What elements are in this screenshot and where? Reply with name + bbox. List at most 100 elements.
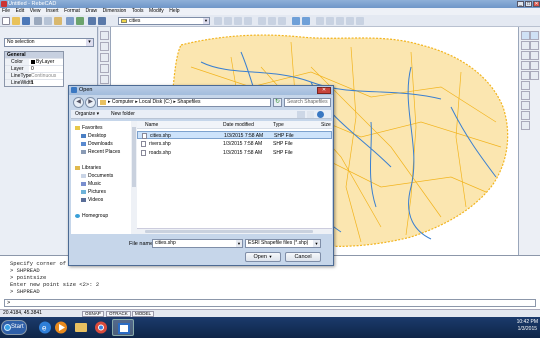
open-split-arrow-icon[interactable]: ▼	[269, 254, 273, 259]
nav-documents[interactable]: Documents	[81, 173, 113, 179]
menu-draw[interactable]: Draw	[83, 8, 99, 15]
menu-tools[interactable]: Tools	[130, 8, 146, 15]
zoom-out-icon[interactable]	[530, 41, 539, 50]
property-row-linewidth[interactable]: LineWidth 1	[5, 79, 63, 86]
new-folder-button[interactable]: New folder	[111, 110, 135, 119]
layer-state-icon[interactable]	[302, 17, 310, 25]
system-clock[interactable]: 10:42 PM 1/3/2015	[517, 319, 538, 333]
file-row-roads[interactable]: roads.shp 1/3/2015 7:58 AM SHP File	[137, 149, 332, 157]
snap-node-icon[interactable]	[346, 17, 354, 25]
property-row-layer[interactable]: Layer 0	[5, 65, 63, 72]
nav-pictures[interactable]: Pictures	[81, 189, 106, 195]
snap-center-icon[interactable]	[336, 17, 344, 25]
save-icon[interactable]	[22, 17, 30, 25]
taskbar-app-rebecad[interactable]	[112, 319, 134, 336]
measure-icon[interactable]	[258, 17, 266, 25]
arc-icon[interactable]	[100, 75, 109, 84]
snap-endpoint-icon[interactable]	[316, 17, 324, 25]
scrollbar-thumb[interactable]	[145, 230, 313, 233]
scale-icon[interactable]	[521, 91, 530, 100]
offset-icon[interactable]	[530, 61, 539, 70]
layer-manager-icon[interactable]	[292, 17, 300, 25]
start-button[interactable]: Start	[1, 320, 27, 335]
open-icon[interactable]	[12, 17, 20, 25]
nav-downloads[interactable]: Downloads	[81, 141, 113, 147]
view-options-icon[interactable]	[297, 111, 305, 118]
taskbar-app-chrome[interactable]	[90, 319, 112, 336]
snap-nearest-icon[interactable]	[356, 17, 364, 25]
property-row-color[interactable]: Color ByLayer	[5, 58, 63, 65]
print-icon[interactable]	[66, 17, 74, 25]
zoom-realtime-icon[interactable]	[234, 17, 242, 25]
redo-icon[interactable]	[98, 17, 106, 25]
preview-icon[interactable]	[76, 17, 84, 25]
organize-button[interactable]: Organize ▾	[75, 110, 99, 119]
help-icon[interactable]	[317, 111, 324, 118]
cut-icon[interactable]	[34, 17, 42, 25]
command-input[interactable]: >	[4, 299, 536, 307]
copy-entity-icon[interactable]	[530, 51, 539, 60]
menu-view[interactable]: View	[28, 8, 43, 15]
polyline-icon[interactable]	[100, 53, 109, 62]
pan-icon[interactable]	[214, 17, 222, 25]
nav-desktop[interactable]: Desktop	[81, 133, 106, 139]
taskbar-app-media[interactable]	[50, 319, 72, 336]
paste-icon[interactable]	[54, 17, 62, 25]
point-icon[interactable]	[100, 31, 109, 40]
taskbar-app-explorer[interactable]	[70, 319, 92, 336]
forward-icon[interactable]: ▶	[85, 97, 96, 108]
back-icon[interactable]: ◀	[73, 97, 84, 108]
circle-icon[interactable]	[100, 64, 109, 73]
nav-favorites[interactable]: Favorites	[75, 125, 103, 131]
close-icon[interactable]: ✕	[317, 87, 331, 94]
zoom-in-icon[interactable]	[521, 41, 530, 50]
file-row-rivers[interactable]: rivers.shp 1/3/2015 7:58 AM SHP File	[137, 140, 332, 148]
menu-help[interactable]: Help	[167, 8, 181, 15]
rotate-icon[interactable]	[521, 81, 530, 90]
property-row-linetype[interactable]: LineType Continuous	[5, 72, 63, 79]
zoom-window-icon[interactable]	[224, 17, 232, 25]
new-icon[interactable]	[2, 17, 10, 25]
address-bar[interactable]: ▸ Computer ▸ Local Disk (C:) ▸ Shapefile…	[97, 98, 271, 107]
nav-videos[interactable]: Videos	[81, 197, 103, 203]
nav-recent-places[interactable]: Recent Places	[81, 149, 120, 155]
snap-midpoint-icon[interactable]	[326, 17, 334, 25]
menu-edit[interactable]: Edit	[14, 8, 27, 15]
selection-select[interactable]: No selection ▾	[4, 38, 94, 47]
undo-icon[interactable]	[88, 17, 96, 25]
erase-icon[interactable]	[521, 51, 530, 60]
area-icon[interactable]	[278, 17, 286, 25]
copy-icon[interactable]	[44, 17, 52, 25]
close-button[interactable]: ✕	[533, 1, 540, 7]
scrollbar-thumb[interactable]	[132, 127, 136, 187]
distance-icon[interactable]	[268, 17, 276, 25]
filename-input[interactable]: cities.shp ▼	[152, 239, 243, 248]
menu-modify[interactable]: Modify	[147, 8, 166, 15]
nav-libraries[interactable]: Libraries	[75, 165, 101, 171]
navigate-icon[interactable]	[521, 31, 530, 40]
trim-icon[interactable]	[521, 111, 530, 120]
mirror-icon[interactable]	[521, 61, 530, 70]
menu-insert[interactable]: Insert	[44, 8, 61, 15]
line-icon[interactable]	[100, 42, 109, 51]
nav-homegroup[interactable]: Homegroup	[75, 213, 108, 219]
search-input[interactable]: Search Shapefiles	[284, 98, 331, 107]
file-row-cities[interactable]: cities.shp 1/3/2015 7:58 AM SHP File	[137, 131, 332, 139]
move-icon[interactable]	[530, 71, 539, 80]
column-size[interactable]: Size	[321, 121, 331, 129]
menu-dimension[interactable]: Dimension	[101, 8, 129, 15]
extend-icon[interactable]	[521, 121, 530, 130]
menu-format[interactable]: Format	[62, 8, 82, 15]
column-date[interactable]: Date modified	[223, 121, 254, 129]
layers-icon[interactable]	[530, 31, 539, 40]
minimize-button[interactable]: _	[517, 1, 524, 7]
zoom-extents-icon[interactable]	[244, 17, 252, 25]
filetype-select[interactable]: ESRI Shapefile files (*.shp) ▼	[245, 239, 321, 248]
file-list-scrollbar[interactable]	[137, 228, 332, 234]
maximize-button[interactable]: □	[525, 1, 532, 7]
open-button[interactable]: Open ▼	[245, 252, 281, 262]
column-name[interactable]: Name	[145, 121, 158, 129]
stretch-icon[interactable]	[521, 101, 530, 110]
column-type[interactable]: Type	[273, 121, 284, 129]
array-icon[interactable]	[521, 71, 530, 80]
